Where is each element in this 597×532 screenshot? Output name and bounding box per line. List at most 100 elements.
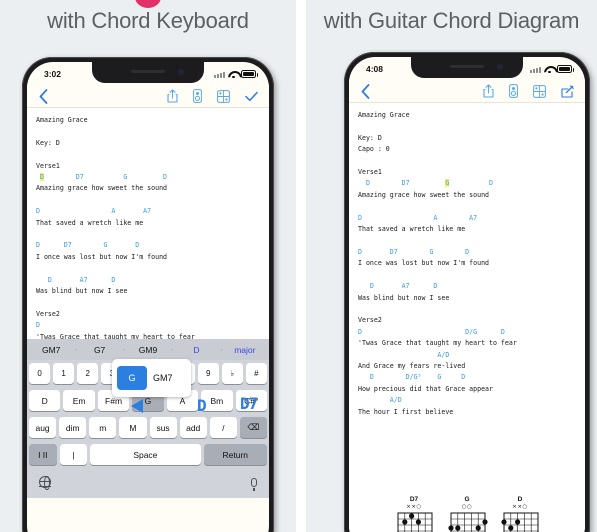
key-i-ii[interactable]: I II	[29, 444, 57, 465]
lyric-line: How precious did that Grace appear	[358, 384, 493, 393]
key-m[interactable]: M	[119, 417, 147, 438]
status-time: 3:02	[44, 69, 62, 79]
key-sus[interactable]: sus	[149, 417, 177, 438]
battery-icon	[557, 65, 574, 73]
status-bar-left: 3:02	[27, 62, 269, 84]
key-em[interactable]: Em	[63, 390, 95, 411]
panel-left-heading: with Chord Keyboard	[47, 8, 249, 33]
lyric-line: And Grace my fears re-lived	[358, 361, 466, 370]
key-1[interactable]: 1	[53, 363, 75, 384]
panel-guitar-chord-diagram: with Guitar Chord Diagram 4:08 Amazing G…	[306, 0, 597, 532]
nav-bar-right	[349, 79, 585, 103]
keyboard-number-row[interactable]: G GM7 01235679♭#	[27, 359, 269, 397]
chord-line: D D7 G D	[36, 241, 140, 250]
keyboard-bottom-row[interactable]: I II | Space Return	[27, 441, 269, 468]
chord-line: D D/G⁵ G D	[358, 373, 466, 382]
suggestion-gm9[interactable]: GM9	[123, 345, 172, 355]
share-icon[interactable]	[167, 89, 178, 103]
suggestion-d[interactable]: D	[172, 345, 220, 355]
key-return[interactable]: Return	[203, 444, 267, 465]
decorative-blob	[135, 0, 161, 8]
lyric-line: I once was lost but now I'm found	[358, 259, 490, 268]
section-label: Verse1	[358, 168, 382, 177]
screenshot-root: with Chord Keyboard 3:02 Amazing Grace K…	[0, 0, 597, 532]
panel-right-heading: with Guitar Chord Diagram	[323, 8, 580, 33]
chord-diagram-g[interactable]: G ○○	[444, 496, 490, 532]
signal-icon	[530, 66, 541, 73]
section-label: Verse1	[36, 161, 60, 170]
key--[interactable]: #	[245, 363, 267, 384]
chord-document-left[interactable]: Amazing Grace Key: D Verse1 D D7 G D Ama…	[27, 108, 269, 339]
chord-line: A/D	[358, 396, 402, 405]
key-aug[interactable]: aug	[29, 417, 57, 438]
key-popup[interactable]: G GM7	[112, 359, 191, 397]
highlighted-chord: G	[445, 179, 450, 188]
highlighted-chord: D	[39, 173, 44, 182]
chord-line: D D7 G D	[39, 173, 168, 182]
key--[interactable]: ⌫	[239, 417, 267, 438]
lyric-line: Was blind but now I see	[36, 287, 128, 296]
keyboard-modifier-row[interactable]: aug dim m Msus add / ⌫	[27, 414, 269, 441]
song-title: Amazing Grace	[36, 116, 88, 124]
status-indicators	[530, 65, 574, 73]
phone-mockup-right: 4:08 Amazing Grace Key: D Capo: 0 Verse…	[344, 52, 590, 532]
chord-diagram-d7[interactable]: D7 ××○	[391, 496, 437, 532]
nav-divider	[349, 102, 585, 103]
phone-mockup-left: 3:02 Amazing Grace Key: D Verse1 D D7 G …	[22, 57, 274, 532]
popup-alternate-key[interactable]: GM7	[153, 373, 173, 383]
overlay-chord-d7: D7	[240, 394, 258, 413]
back-button[interactable]	[361, 83, 370, 99]
key--[interactable]: |	[59, 444, 88, 465]
status-time: 4:08	[366, 64, 384, 74]
check-icon[interactable]	[245, 91, 258, 102]
chord-diagram-d[interactable]: D ××○	[497, 496, 543, 532]
suggestion-g7[interactable]: G7	[75, 345, 123, 355]
share-icon[interactable]	[483, 84, 494, 98]
key-space[interactable]: Space	[90, 444, 201, 465]
edit-icon[interactable]	[561, 84, 574, 98]
microphone-icon[interactable]	[251, 477, 257, 491]
metronome-icon[interactable]	[509, 84, 518, 98]
chord-diagram-name: D	[517, 496, 523, 503]
chord-line: D A A7	[36, 207, 152, 216]
transpose-icon[interactable]	[533, 84, 546, 98]
chord-keyboard[interactable]: GM7G7GM9Dmajor G GM7 01235679♭# DEmF#mGA…	[27, 339, 269, 498]
transpose-icon[interactable]	[217, 89, 230, 103]
song-key: Key: D	[36, 138, 60, 147]
key--[interactable]: /	[209, 417, 237, 438]
key-d[interactable]: D	[29, 390, 61, 411]
key-0[interactable]: 0	[29, 363, 51, 384]
keyboard-utility-bar	[27, 468, 269, 496]
popup-selected-key[interactable]: G	[117, 366, 147, 390]
chord-open-markers: ××○	[406, 504, 422, 510]
song-title: Amazing Grace	[358, 111, 410, 119]
chord-fretboard	[501, 511, 539, 532]
key-2[interactable]: 2	[77, 363, 99, 384]
metronome-icon[interactable]	[193, 89, 202, 103]
chord-line: D D7 G D	[358, 179, 493, 188]
key-dim[interactable]: dim	[59, 417, 87, 438]
lyric-line: I once was lost but now I'm found	[36, 252, 168, 261]
globe-icon[interactable]	[38, 475, 51, 490]
chord-line: D A A7	[358, 213, 478, 222]
chord-open-markers: ○○	[461, 504, 473, 510]
chord-diagram-name: D7	[409, 496, 419, 503]
lyric-line: 'Twas Grace that taught my heart to fear	[358, 339, 517, 348]
section-label: Verse2	[358, 316, 382, 325]
lyric-line: The hour I first believe	[358, 407, 454, 416]
key-9[interactable]: 9	[197, 363, 219, 384]
overlay-chord-d: D	[197, 396, 207, 415]
suggestion-gm7[interactable]: GM7	[27, 345, 75, 355]
chord-line: D A7 D	[36, 275, 116, 284]
key-add[interactable]: add	[179, 417, 207, 438]
suggestion-major[interactable]: major	[220, 345, 269, 355]
phone-screen-left: 3:02 Amazing Grace Key: D Verse1 D D7 G …	[27, 62, 269, 532]
lyric-line: Amazing grace how sweet the sound	[358, 190, 490, 199]
lyric-line: Was blind but now I see	[358, 293, 450, 302]
back-button[interactable]	[39, 88, 48, 104]
wifi-icon	[228, 70, 238, 78]
chord-document-right[interactable]: Amazing Grace Key: D Capo : 0 Verse1 D D…	[349, 103, 585, 515]
key-m[interactable]: m	[89, 417, 117, 438]
suggestion-bar[interactable]: GM7 G7 GM9 Dmajor	[27, 339, 269, 360]
key--[interactable]: ♭	[221, 363, 243, 384]
